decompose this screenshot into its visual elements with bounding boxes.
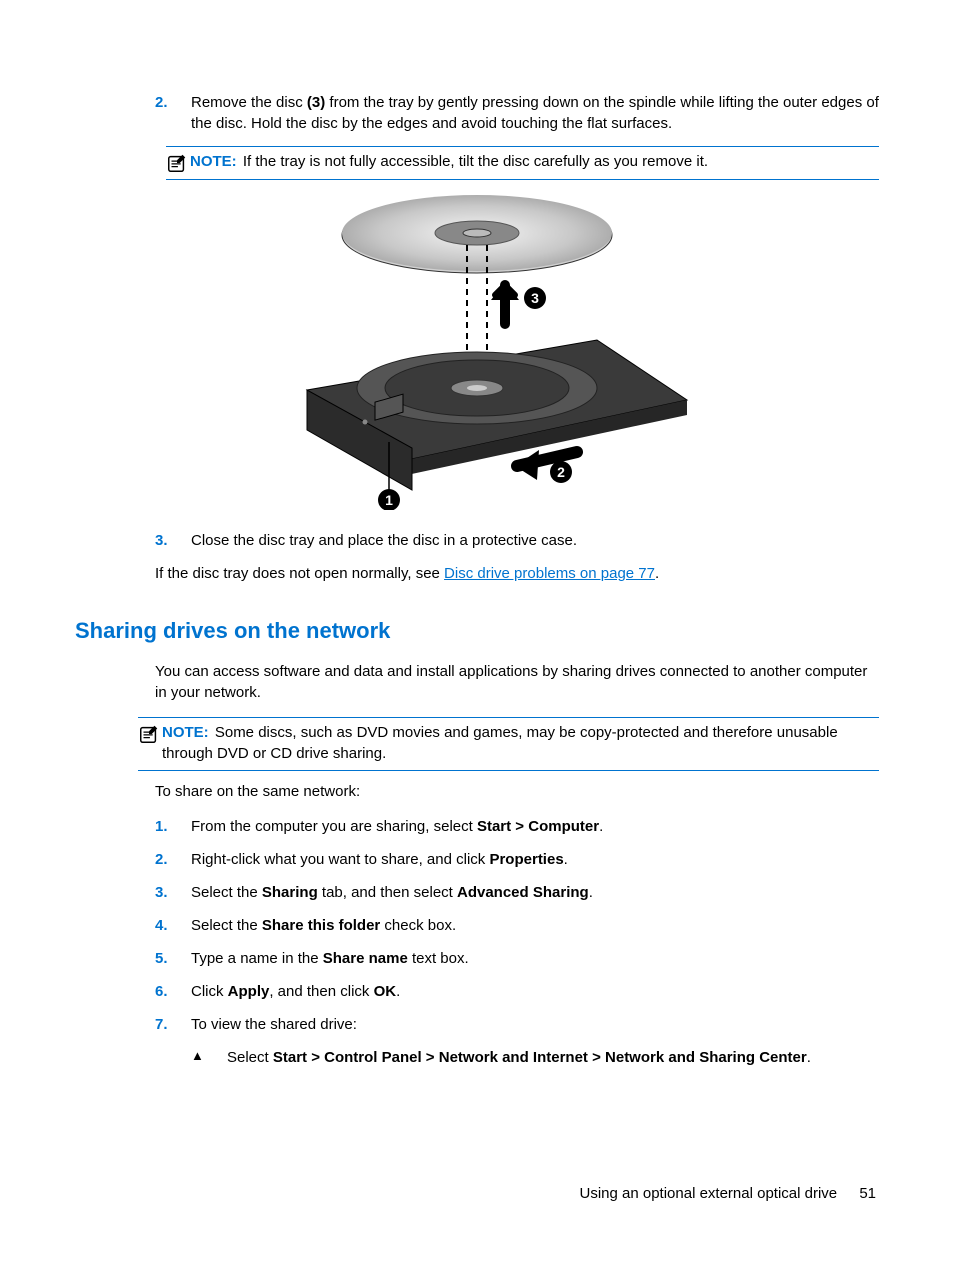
lead-paragraph: To share on the same network:	[75, 781, 879, 802]
intro-paragraph: You can access software and data and ins…	[75, 661, 879, 703]
note-content: NOTE: Some discs, such as DVD movies and…	[162, 722, 879, 764]
footer-title: Using an optional external optical drive	[579, 1185, 837, 1202]
note-body: If the tray is not fully accessible, til…	[243, 153, 708, 170]
section-heading: Sharing drives on the network	[75, 616, 879, 647]
note-2: NOTE: Some discs, such as DVD movies and…	[138, 717, 879, 771]
link-paragraph: If the disc tray does not open normally,…	[75, 563, 879, 584]
share-step-1: 1. From the computer you are sharing, se…	[75, 816, 879, 837]
page-footer: Using an optional external optical drive…	[579, 1183, 876, 1204]
share-step-5: 5. Type a name in the Share name text bo…	[75, 948, 879, 969]
svg-text:2: 2	[557, 464, 565, 480]
svg-text:1: 1	[385, 492, 393, 508]
disc-drive-problems-link[interactable]: Disc drive problems on page 77	[444, 565, 655, 582]
note-label: NOTE:	[162, 724, 209, 741]
disc-drive-diagram: 3 1 2	[257, 190, 697, 510]
share-step-6: 6. Click Apply, and then click OK.	[75, 981, 879, 1002]
svg-text:3: 3	[531, 290, 539, 306]
triangle-bullet-icon: ▲	[191, 1047, 227, 1068]
share-step-4: 4. Select the Share this folder check bo…	[75, 915, 879, 936]
sub-step: ▲ Select Start > Control Panel > Network…	[75, 1047, 879, 1068]
share-step-2: 2. Right-click what you want to share, a…	[75, 849, 879, 870]
document-page: 2. Remove the disc (3) from the tray by …	[0, 0, 954, 1068]
note-body: Some discs, such as DVD movies and games…	[162, 724, 838, 762]
note-icon	[166, 152, 188, 174]
step-text: Close the disc tray and place the disc i…	[191, 530, 879, 551]
step-number: 2.	[155, 92, 191, 134]
share-step-3: 3. Select the Sharing tab, and then sele…	[75, 882, 879, 903]
note-label: NOTE:	[190, 153, 237, 170]
page-number: 51	[859, 1185, 876, 1202]
step-number: 3.	[155, 530, 191, 551]
step-text: Remove the disc (3) from the tray by gen…	[191, 92, 879, 134]
note-content: NOTE: If the tray is not fully accessibl…	[190, 151, 879, 172]
step-2: 2. Remove the disc (3) from the tray by …	[75, 92, 879, 134]
note-icon	[138, 723, 160, 745]
note-1: NOTE: If the tray is not fully accessibl…	[166, 146, 879, 180]
step-3: 3. Close the disc tray and place the dis…	[75, 530, 879, 551]
share-step-7: 7. To view the shared drive:	[75, 1014, 879, 1035]
